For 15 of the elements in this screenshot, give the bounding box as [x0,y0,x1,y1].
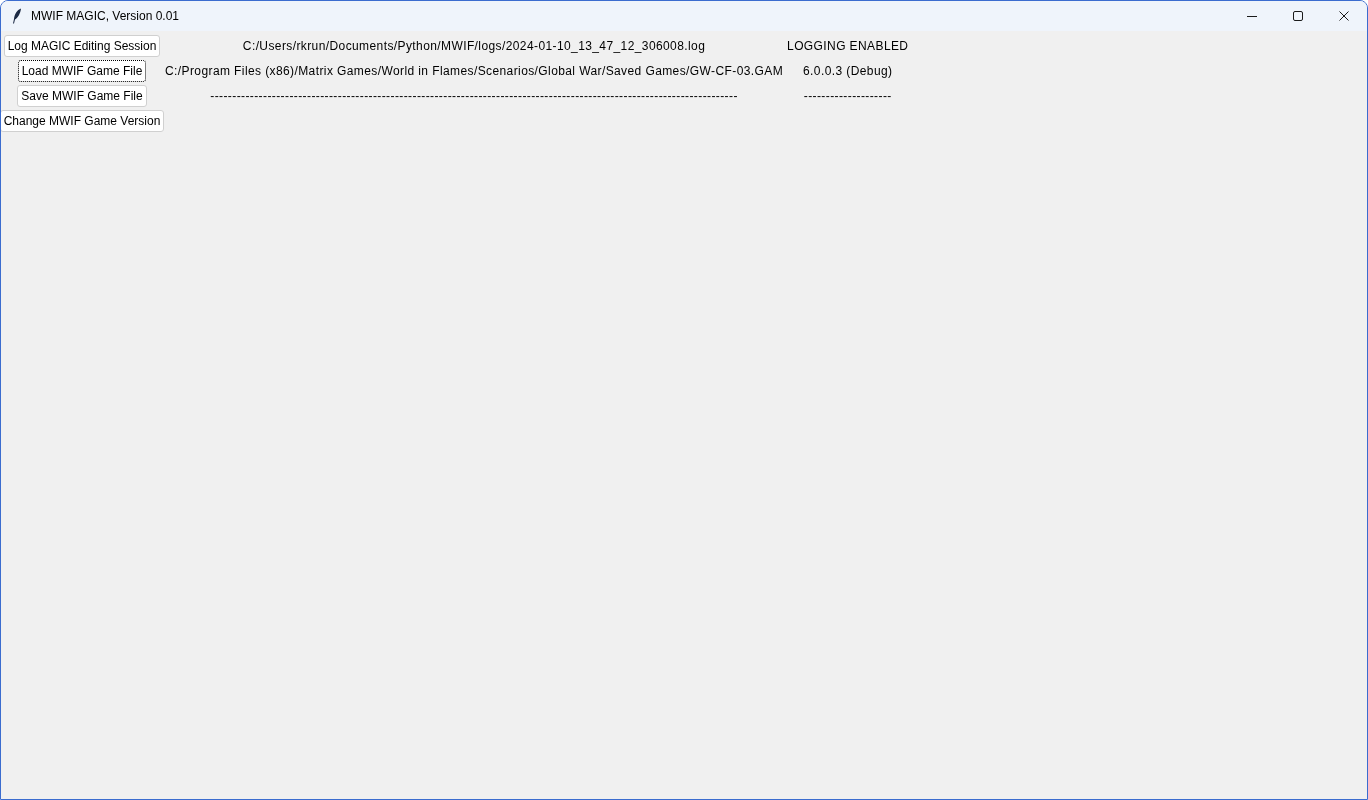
feather-icon [12,8,22,24]
path-label: C:/Users/rkrun/Documents/Python/MWIF/logs/2024-01-10_13_47_12_306008.log [242,37,706,55]
action-button[interactable]: Save MWIF Game File [17,84,147,107]
path-label: ------------------------------------------------------------------------------------------------------------------------ [210,87,738,105]
status-label: 6.0.0.3 (Debug) [803,62,893,80]
window-title: MWIF MAGIC, Version 0.01 [31,8,180,25]
maximize-icon [1293,11,1303,21]
status-label: LOGGING ENABLED [787,37,909,55]
action-button[interactable]: Load MWIF Game File [17,59,147,82]
close-icon [1339,11,1349,21]
minimize-icon [1247,15,1257,17]
action-button[interactable]: Log MAGIC Editing Session [3,34,161,57]
path-label: C:/Program Files (x86)/Matrix Games/World in Flames/Scenarios/Global War/Saved Games/GW-CF-03.GAM [165,62,784,80]
action-button[interactable]: Change MWIF Game Version [1,109,165,132]
status-label: -------------------- [803,87,892,105]
